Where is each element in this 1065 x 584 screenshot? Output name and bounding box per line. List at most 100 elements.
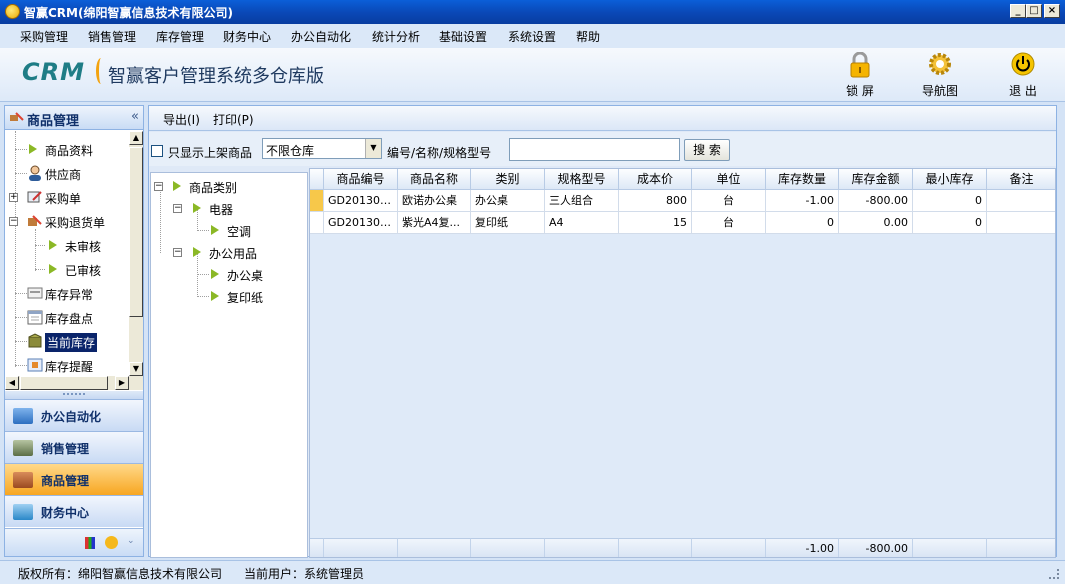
scroll-left-button[interactable]: ◀ xyxy=(5,376,19,390)
table-cell[interactable]: 台 xyxy=(692,190,766,212)
nav-item-product-info[interactable]: 商品资料 xyxy=(5,138,129,160)
group-finance[interactable]: 财务中心 xyxy=(5,495,143,527)
column-header[interactable]: 备注 xyxy=(987,169,1055,190)
column-header[interactable]: 库存金额 xyxy=(839,169,913,190)
table-cell[interactable]: 0 xyxy=(913,212,987,234)
column-header[interactable]: 规格型号 xyxy=(545,169,619,190)
menu-finance[interactable]: 财务中心 xyxy=(223,28,271,45)
order-icon xyxy=(27,191,42,203)
search-button[interactable]: 搜 索 xyxy=(684,139,730,161)
category-office-desk[interactable]: 办公桌 xyxy=(151,263,301,285)
nav-item-purchase-return[interactable]: − 采购退货单 xyxy=(5,210,129,232)
nav-splitter[interactable] xyxy=(5,391,143,399)
minimize-button[interactable]: _ xyxy=(1010,4,1026,18)
table-cell[interactable]: GD201309... xyxy=(324,190,398,212)
table-cell[interactable]: 台 xyxy=(692,212,766,234)
crm-logo: CRM xyxy=(22,58,85,86)
group-products[interactable]: 商品管理 xyxy=(5,463,143,495)
table-cell[interactable]: 0 xyxy=(766,212,839,234)
table-cell[interactable] xyxy=(987,212,1055,234)
menu-inventory[interactable]: 库存管理 xyxy=(156,28,204,45)
column-header[interactable]: 商品编号 xyxy=(324,169,398,190)
table-cell[interactable]: 0.00 xyxy=(839,212,913,234)
menu-system-settings[interactable]: 系统设置 xyxy=(508,28,556,45)
triangle-icon xyxy=(49,240,57,250)
export-button[interactable]: 导出(I) xyxy=(163,111,200,128)
table-cell[interactable]: -1.00 xyxy=(766,190,839,212)
nav-item-purchase-order[interactable]: + 采购单 xyxy=(5,186,129,208)
column-header[interactable]: 成本价 xyxy=(619,169,692,190)
scroll-up-button[interactable]: ▲ xyxy=(129,131,143,145)
row-indicator[interactable] xyxy=(310,190,324,212)
table-cell[interactable] xyxy=(987,190,1055,212)
group-office-automation[interactable]: 办公自动化 xyxy=(5,399,143,431)
table-cell[interactable]: 800 xyxy=(619,190,692,212)
search-input[interactable] xyxy=(509,138,680,161)
print-button[interactable]: 打印(P) xyxy=(213,111,254,128)
scroll-right-button[interactable]: ▶ xyxy=(115,376,129,390)
table-cell[interactable]: 15 xyxy=(619,212,692,234)
nav-item-supplier[interactable]: 供应商 xyxy=(5,162,129,184)
lock-icon xyxy=(850,52,870,78)
nav-item-unreviewed[interactable]: 未审核 xyxy=(5,234,129,256)
warehouse-select[interactable]: 不限仓库 ▼ xyxy=(262,138,382,159)
products-icon xyxy=(10,112,24,121)
menu-office-automation[interactable]: 办公自动化 xyxy=(291,28,351,45)
expand-icon: + xyxy=(9,192,18,202)
maximize-button[interactable]: □ xyxy=(1026,4,1042,18)
menu-basic-settings[interactable]: 基础设置 xyxy=(439,28,487,45)
table-cell[interactable]: 欧诺办公桌 xyxy=(398,190,471,212)
row-indicator[interactable] xyxy=(310,212,324,234)
resize-grip-icon[interactable] xyxy=(1049,569,1059,579)
nav-panel-title: 商品管理 xyxy=(27,114,80,129)
table-cell[interactable]: -800.00 xyxy=(839,190,913,212)
table-cell[interactable]: GD201309... xyxy=(324,212,398,234)
nav-map-button[interactable]: 导航图 xyxy=(915,52,965,99)
current-user-text: 当前用户：系统管理员 xyxy=(244,567,365,581)
collapse-panel-button[interactable]: « xyxy=(131,109,139,124)
table-cell[interactable]: 0 xyxy=(913,190,987,212)
column-header[interactable]: 单位 xyxy=(692,169,766,190)
category-air-conditioner[interactable]: 空调 xyxy=(151,219,301,241)
category-root[interactable]: − 商品类别 xyxy=(151,175,301,197)
table-cell[interactable]: 办公桌 xyxy=(471,190,545,212)
nav-vertical-scrollbar[interactable]: ▲ ▼ xyxy=(129,131,143,376)
dropdown-arrow-icon[interactable]: ▼ xyxy=(365,139,381,158)
stats-icon[interactable] xyxy=(85,537,95,549)
nav-item-inventory-alert[interactable]: 库存提醒 xyxy=(5,354,129,376)
exit-button[interactable]: 退 出 xyxy=(998,52,1048,99)
card-icon xyxy=(27,287,43,299)
menu-help[interactable]: 帮助 xyxy=(576,28,600,45)
scroll-down-button[interactable]: ▼ xyxy=(129,362,143,376)
table-cell[interactable]: 三人组合 xyxy=(545,190,619,212)
lock-screen-button[interactable]: 锁 屏 xyxy=(835,52,885,99)
column-header[interactable]: 最小库存 xyxy=(913,169,987,190)
nav-item-current-inventory[interactable]: 当前库存 xyxy=(5,330,129,352)
table-cell[interactable]: 复印纸 xyxy=(471,212,545,234)
sun-icon[interactable] xyxy=(105,536,118,549)
menu-statistics[interactable]: 统计分析 xyxy=(372,28,420,45)
nav-item-inventory-exception[interactable]: 库存异常 xyxy=(5,282,129,304)
only-listed-checkbox[interactable] xyxy=(151,145,163,157)
collapse-icon: − xyxy=(173,247,182,257)
column-header[interactable]: 库存数量 xyxy=(766,169,839,190)
group-sales[interactable]: 销售管理 xyxy=(5,431,143,463)
footer-cell xyxy=(310,538,324,557)
category-office-supplies[interactable]: − 办公用品 xyxy=(151,241,301,263)
nav-item-reviewed[interactable]: 已审核 xyxy=(5,258,129,280)
scroll-thumb[interactable] xyxy=(129,147,143,317)
menu-sales[interactable]: 销售管理 xyxy=(88,28,136,45)
table-cell[interactable]: A4 xyxy=(545,212,619,234)
table-cell[interactable]: 紫光A4复... xyxy=(398,212,471,234)
close-button[interactable]: × xyxy=(1044,4,1060,18)
category-appliances[interactable]: − 电器 xyxy=(151,197,301,219)
column-header[interactable]: 商品名称 xyxy=(398,169,471,190)
scroll-thumb[interactable] xyxy=(20,376,108,390)
column-header[interactable]: 类别 xyxy=(471,169,545,190)
category-copy-paper[interactable]: 复印纸 xyxy=(151,285,301,307)
nav-item-stocktaking[interactable]: 库存盘点 xyxy=(5,306,129,328)
menu-purchase[interactable]: 采购管理 xyxy=(20,28,68,45)
nav-horizontal-scrollbar[interactable]: ◀ ▶ xyxy=(5,376,143,390)
footer-cell xyxy=(471,538,545,557)
chevron-down-icon[interactable]: ⌄ xyxy=(127,536,135,546)
